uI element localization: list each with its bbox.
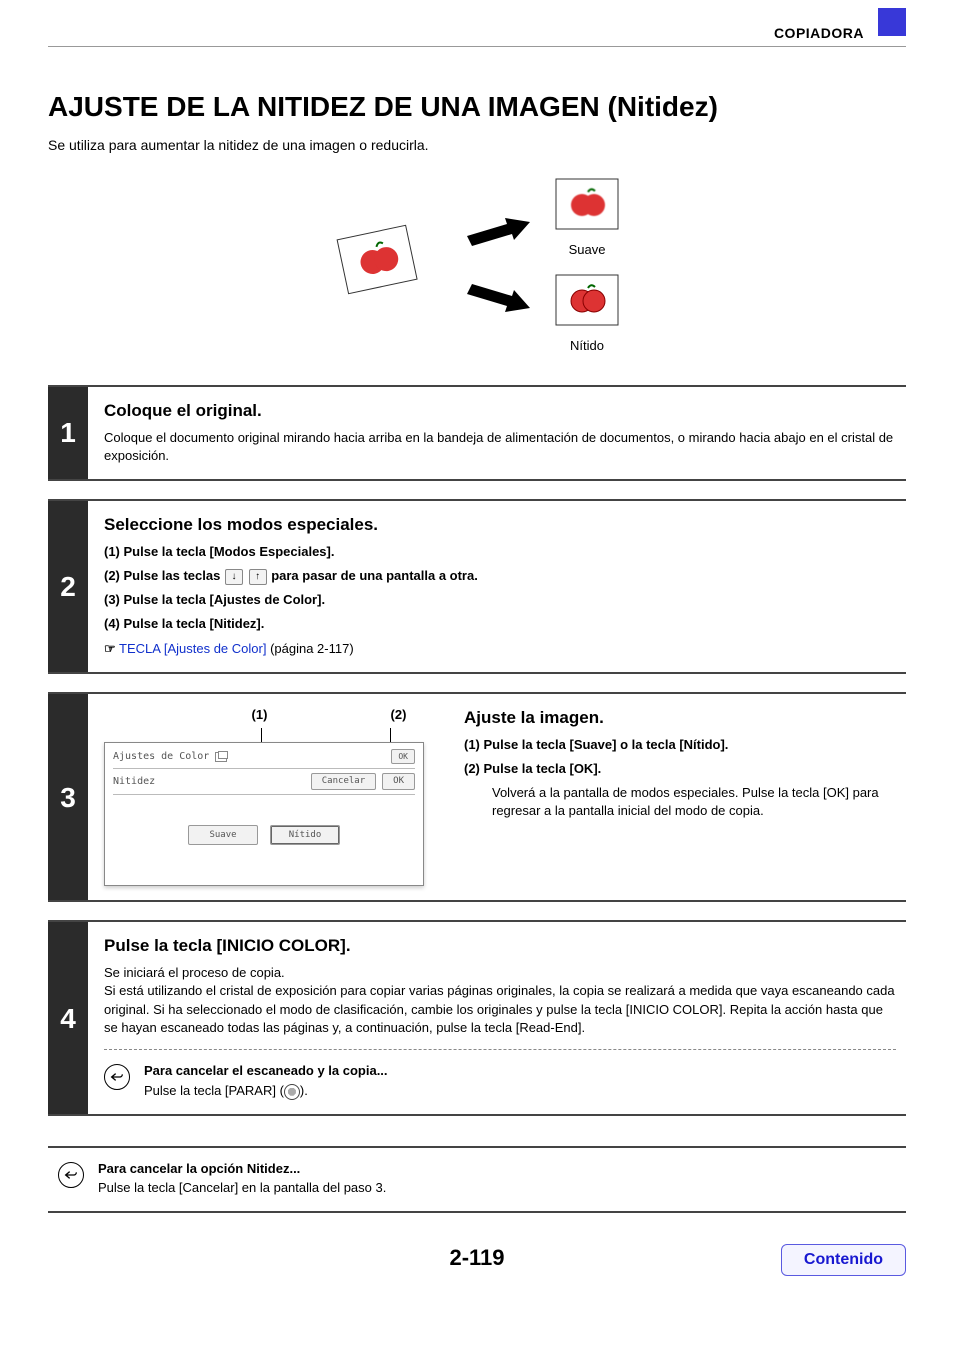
- stop-icon: [284, 1084, 300, 1100]
- step-3-sub2-label: (2) Pulse la tecla [OK].: [464, 760, 896, 778]
- contents-button[interactable]: Contenido: [781, 1244, 906, 1276]
- step-2-title: Seleccione los modos especiales.: [104, 513, 896, 537]
- step-2-sub1: (1) Pulse la tecla [Modos Especiales].: [104, 543, 896, 561]
- back-arrow-icon: [104, 1064, 130, 1090]
- step-2-sub4: (4) Pulse la tecla [Nitidez].: [104, 615, 896, 633]
- arrow-down-key-icon: ↓: [225, 569, 243, 585]
- layers-icon: [215, 752, 227, 762]
- step-4-number: 4: [48, 922, 88, 1114]
- soft-label: Suave: [552, 241, 622, 259]
- arrow-down-icon: [462, 280, 532, 316]
- illustration: Suave Nítido: [48, 175, 906, 355]
- sharp-label: Nítido: [552, 337, 622, 355]
- arrow-up-key-icon: ↑: [249, 569, 267, 585]
- screen-sharp-button[interactable]: Nítido: [270, 825, 340, 846]
- step-1-text: Coloque el documento original mirando ha…: [104, 429, 896, 465]
- screen-ok-mid-button[interactable]: OK: [382, 773, 415, 790]
- step-3-sub1: (1) Pulse la tecla [Suave] o la tecla [N…: [464, 736, 896, 754]
- screen-cancel-button[interactable]: Cancelar: [311, 773, 376, 790]
- screen-soft-button[interactable]: Suave: [188, 825, 258, 846]
- step-4-cancel-note: Para cancelar el escaneado y la copia...…: [104, 1062, 896, 1100]
- step-4-title: Pulse la tecla [INICIO COLOR].: [104, 934, 896, 958]
- screen-ok-top-button[interactable]: OK: [391, 749, 415, 764]
- final-note-title: Para cancelar la opción Nitidez...: [98, 1161, 300, 1176]
- header-line: COPIADORA: [48, 24, 906, 47]
- illustration-source: [332, 217, 432, 313]
- screen-callouts: (1) (2): [104, 706, 434, 728]
- step-4: 4 Pulse la tecla [INICIO COLOR]. Se inic…: [48, 920, 906, 1116]
- page-number: 2-119: [48, 1243, 906, 1274]
- final-note-text: Pulse la tecla [Cancelar] en la pantalla…: [98, 1179, 386, 1197]
- step-1-number: 1: [48, 387, 88, 479]
- step-3-title: Ajuste la imagen.: [464, 706, 896, 730]
- step-2-sub3: (3) Pulse la tecla [Ajustes de Color].: [104, 591, 896, 609]
- step-2-reference: ☞ TECLA [Ajustes de Color] (página 2-117…: [104, 640, 896, 658]
- step-2: 2 Seleccione los modos especiales. (1) P…: [48, 499, 906, 674]
- step-2-sub2: (2) Pulse las teclas ↓ ↑ para pasar de u…: [104, 567, 896, 585]
- illustration-soft: Suave: [552, 175, 622, 259]
- step-3-number: 3: [48, 694, 88, 901]
- illustration-sharp: Nítido: [552, 271, 622, 355]
- page-subtitle: Se utiliza para aumentar la nitidez de u…: [48, 136, 906, 156]
- back-arrow-icon: [58, 1162, 84, 1188]
- final-note: Para cancelar la opción Nitidez... Pulse…: [48, 1146, 906, 1212]
- step-4-p2: Si está utilizando el cristal de exposic…: [104, 982, 896, 1037]
- step-3-sub2-text: Volverá a la pantalla de modos especiale…: [492, 784, 896, 820]
- illustration-arrows: [462, 214, 532, 316]
- step-1-title: Coloque el original.: [104, 399, 896, 423]
- page-title: AJUSTE DE LA NITIDEZ DE UNA IMAGEN (Niti…: [48, 87, 906, 126]
- screen-nitidez-label: Nitidez: [113, 775, 155, 789]
- arrow-up-icon: [462, 214, 532, 250]
- step-3: 3 (1) (2) Ajustes de Color OK: [48, 692, 906, 903]
- step-1: 1 Coloque el original. Coloque el docume…: [48, 385, 906, 481]
- pointer-icon: ☞: [104, 641, 116, 656]
- section-tab: [878, 8, 906, 36]
- cancel-scan-title: Para cancelar el escaneado y la copia...: [144, 1062, 388, 1080]
- step-2-number: 2: [48, 501, 88, 672]
- step-4-p1: Se iniciará el proceso de copia.: [104, 964, 896, 982]
- reference-link[interactable]: TECLA [Ajustes de Color]: [119, 641, 266, 656]
- section-header: COPIADORA: [774, 24, 864, 44]
- screen-header-label: Ajustes de Color: [113, 750, 209, 764]
- screen-panel: Ajustes de Color OK Nitidez Cancelar OK: [104, 742, 424, 886]
